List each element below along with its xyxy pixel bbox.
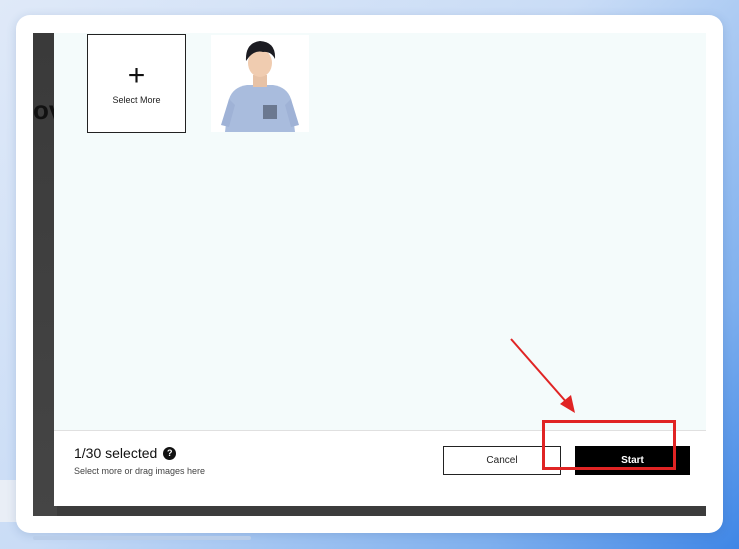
bottom-scroll-indicator <box>33 536 251 540</box>
red-arrow-icon <box>510 338 575 413</box>
